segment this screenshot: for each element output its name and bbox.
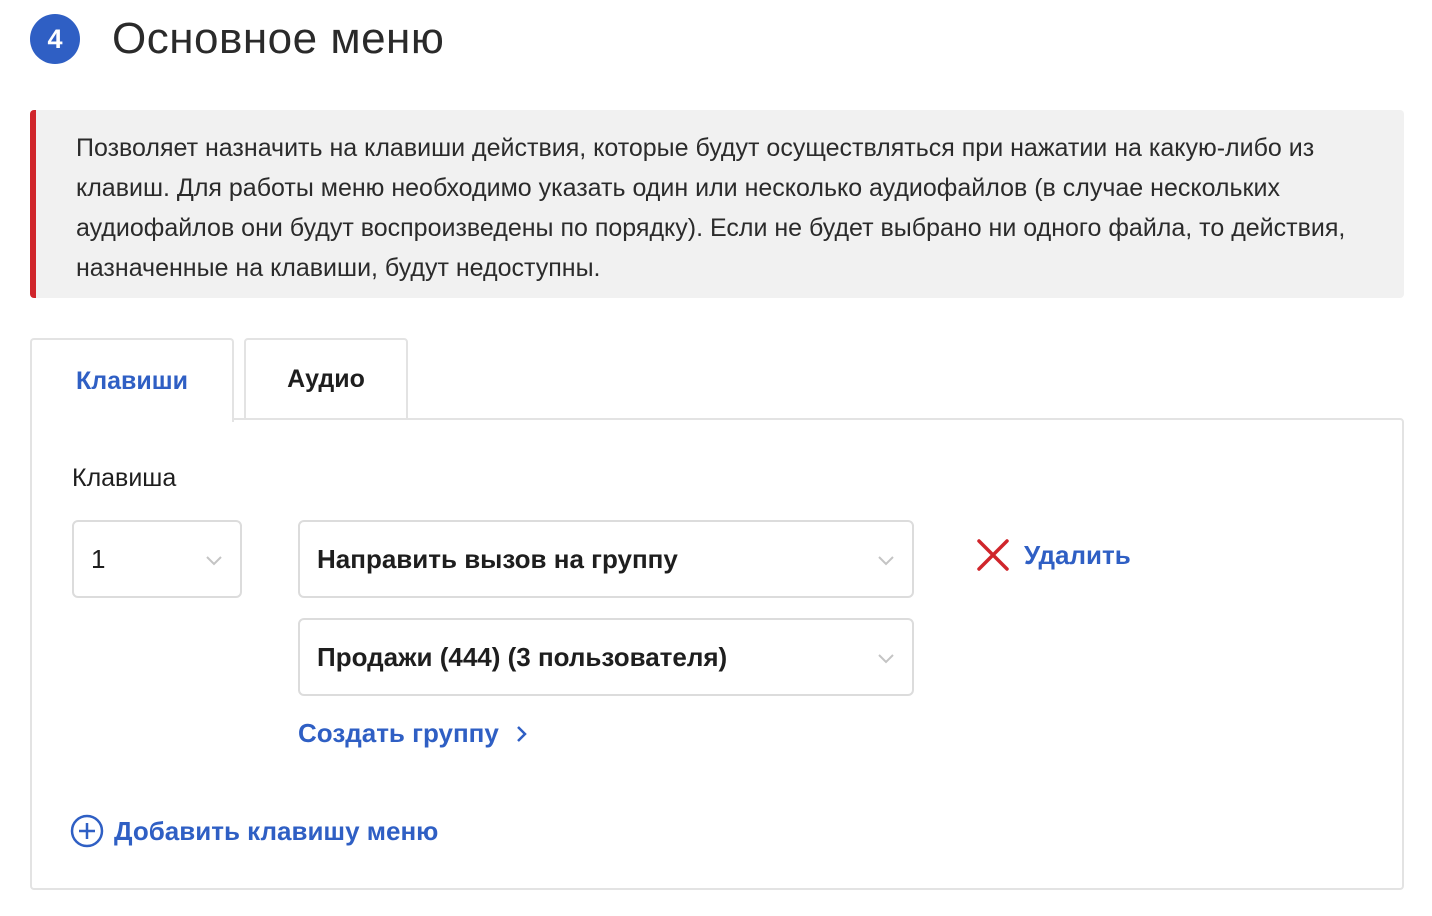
group-select[interactable]: Продажи (444) (3 пользователя) [298, 618, 914, 696]
chevron-down-icon [878, 556, 894, 566]
key-select[interactable]: 1 [72, 520, 242, 598]
tab-keys[interactable]: Клавиши [30, 338, 234, 422]
add-menu-key-button[interactable]: Добавить клавишу меню [70, 814, 438, 848]
tab-audio[interactable]: Аудио [244, 338, 408, 420]
page: 4 Основное меню Позволяет назначить на к… [0, 0, 1432, 916]
action-select-value: Направить вызов на группу [317, 543, 678, 574]
delete-button[interactable]: Удалить [976, 538, 1131, 572]
info-text: Позволяет назначить на клавиши действия,… [76, 134, 1346, 282]
group-select-value: Продажи (444) (3 пользователя) [317, 641, 728, 672]
key-field-label: Клавиша [72, 464, 177, 492]
keys-panel: Клавиша 1 Направить вызов на группу Удал… [30, 418, 1404, 890]
add-menu-key-label: Добавить клавишу меню [114, 815, 439, 846]
plus-circle-icon [70, 814, 104, 848]
step-badge: 4 [30, 14, 80, 64]
delete-button-label: Удалить [1024, 539, 1131, 570]
key-select-value: 1 [91, 543, 106, 574]
info-note: Позволяет назначить на клавиши действия,… [30, 110, 1404, 298]
tab-audio-label: Аудио [287, 364, 365, 393]
chevron-down-icon [878, 654, 894, 664]
create-group-label: Создать группу [298, 718, 499, 748]
action-select[interactable]: Направить вызов на группу [298, 520, 914, 598]
section-title: Основное меню [112, 14, 445, 63]
close-icon [977, 539, 1009, 571]
section-header: 4 Основное меню [30, 14, 444, 64]
create-group-link[interactable]: Создать группу [298, 718, 529, 749]
tab-keys-label: Клавиши [76, 366, 188, 395]
chevron-right-icon [516, 725, 527, 742]
chevron-down-icon [206, 556, 222, 566]
